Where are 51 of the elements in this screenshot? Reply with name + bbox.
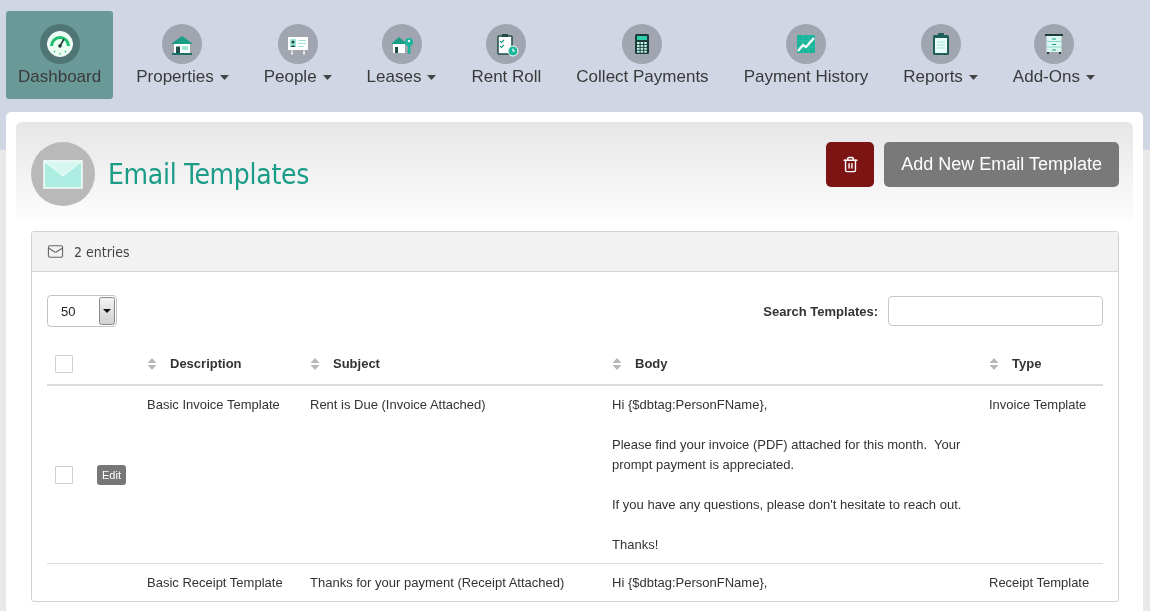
gauge-icon [39, 24, 80, 64]
clipboard-clock-icon [486, 24, 527, 64]
calculator-icon [622, 24, 663, 64]
column-header[interactable]: Type [982, 343, 1103, 385]
nav-link[interactable]: Leases [354, 11, 449, 99]
sort-icon [147, 357, 157, 372]
edit-button[interactable]: Edit [97, 465, 126, 485]
sort-icon [310, 357, 320, 372]
house-key-icon [381, 24, 422, 64]
clipboard-icon [920, 24, 961, 64]
body-text: If you have any questions, please don't hesitate to reach out. [612, 496, 963, 514]
body-text: Hi {$dbtag:PersonFName}, [612, 574, 769, 592]
nav-link[interactable]: Payment History [731, 11, 881, 99]
delete-button[interactable] [826, 142, 875, 187]
table-cell: Basic Receipt Template [140, 563, 303, 601]
nav-link[interactable]: Dashboard [6, 11, 114, 99]
checkbox[interactable] [55, 466, 73, 484]
sort-icon [989, 357, 999, 372]
cabinet-icon [1033, 24, 1074, 64]
nav-link[interactable]: Collect Payments [564, 11, 721, 99]
nav-link[interactable]: Properties [124, 11, 241, 99]
nav-link[interactable]: Add-Ons [1000, 11, 1107, 99]
page-title: Email Templates [108, 157, 309, 191]
envelope-icon [47, 243, 64, 260]
nav-link[interactable]: Rent Roll [459, 11, 554, 99]
table-cell: Invoice Template [982, 385, 1103, 564]
id-card-icon [277, 24, 318, 64]
nav-link[interactable]: Reports [891, 11, 990, 99]
add-template-button[interactable]: Add New Email Template [884, 142, 1119, 187]
body-text: Thanks! [612, 536, 660, 554]
page-size-select[interactable]: 50 [47, 295, 117, 327]
sort-icon [612, 357, 622, 372]
table-cell: Basic Invoice Template [140, 385, 303, 564]
entries-count: 2 entries [74, 243, 130, 260]
checkbox[interactable] [55, 354, 73, 373]
table-cell: Receipt Template [982, 563, 1103, 601]
table-cell: Thanks for your payment (Receipt Attached) [303, 563, 605, 601]
body-text: Please find your invoice (PDF) attached for this month. Your prompt payment is appreciated. [612, 436, 962, 474]
caret-icon [99, 297, 115, 325]
body-text: Hi {$dbtag:PersonFName}, [612, 396, 769, 414]
search-field[interactable] [888, 296, 1103, 326]
nav-link[interactable]: People [251, 11, 344, 99]
envelope-icon [31, 142, 95, 206]
column-header[interactable]: Description [140, 343, 303, 385]
search-label: Search Templates: [763, 303, 878, 319]
column-header[interactable]: Subject [303, 343, 605, 385]
line-chart-icon [785, 24, 826, 64]
column-header[interactable]: Body [605, 343, 982, 385]
table-cell: Rent is Due (Invoice Attached) [303, 385, 605, 564]
house-icon [162, 24, 203, 64]
trash-icon [841, 156, 859, 173]
